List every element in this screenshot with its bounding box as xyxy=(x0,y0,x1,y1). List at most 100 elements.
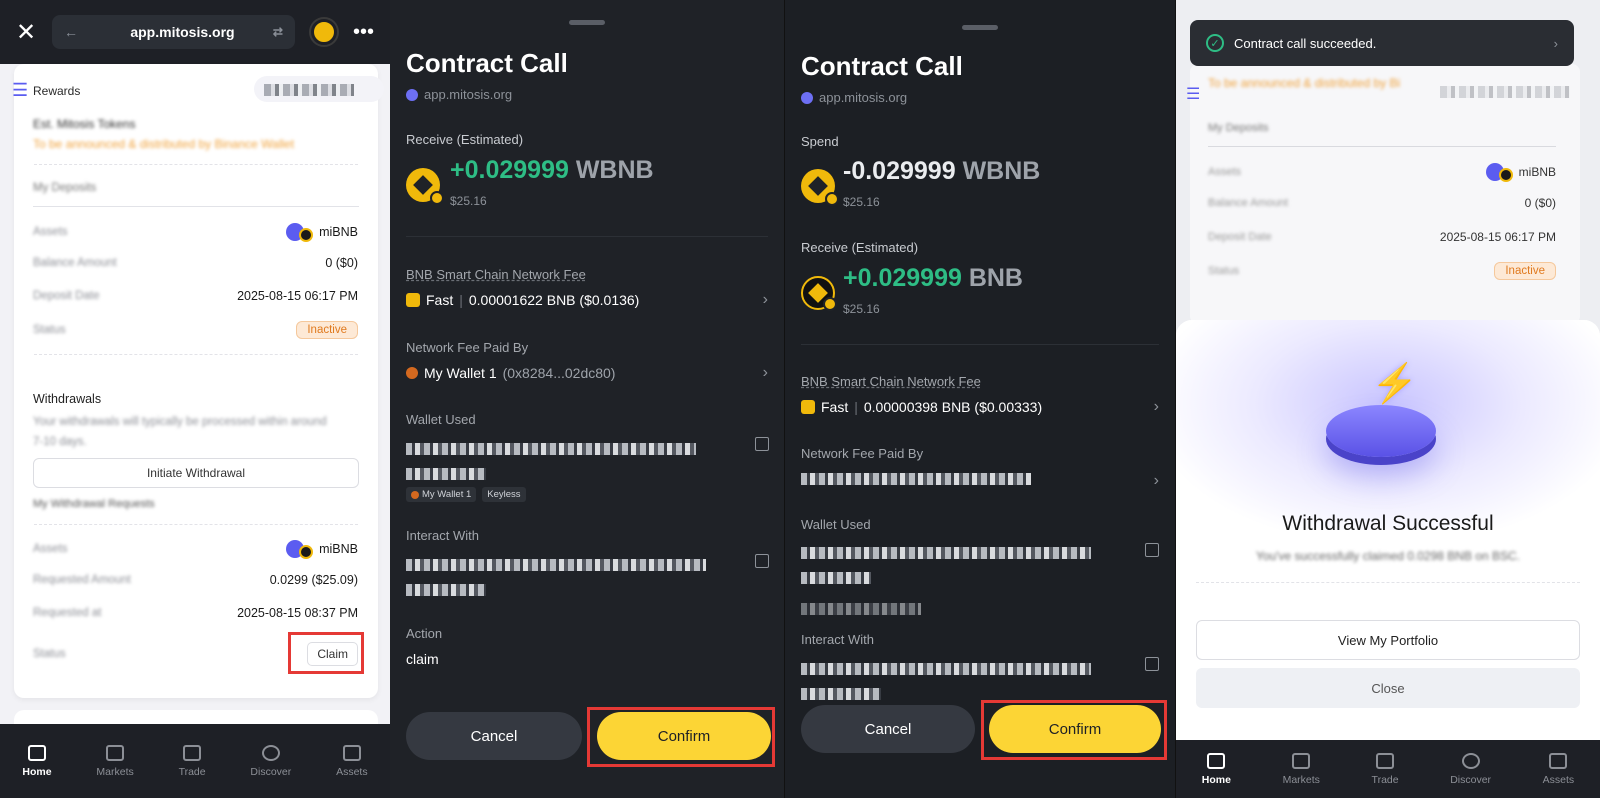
wallet-used-label: Wallet Used xyxy=(406,412,476,427)
row-label: Balance Amount xyxy=(1208,197,1289,209)
close-button[interactable]: Close xyxy=(1196,668,1580,708)
wallet-used-label: Wallet Used xyxy=(801,517,871,532)
coin-platform-illustration xyxy=(1326,405,1436,457)
site-origin: app.mitosis.org xyxy=(801,90,907,105)
back-arrow-icon[interactable]: ← xyxy=(64,24,78,40)
nav-discover[interactable]: Discover xyxy=(250,744,292,778)
address-bar[interactable]: ← app.mitosis.org ⇄ xyxy=(52,15,295,49)
row-label: Deposit Date xyxy=(1208,231,1272,243)
nav-label: Discover xyxy=(250,765,292,778)
nav-home[interactable]: Home xyxy=(22,744,52,778)
nav-trade[interactable]: Trade xyxy=(179,744,206,778)
nav-label: Assets xyxy=(336,765,368,778)
copy-icon[interactable] xyxy=(1145,657,1159,671)
nav-home[interactable]: Home xyxy=(1201,752,1231,786)
deposit-row-status: Status Inactive xyxy=(1208,262,1556,280)
nav-label: Trade xyxy=(1371,773,1399,786)
divider xyxy=(1208,146,1556,147)
highlight-box xyxy=(981,700,1167,760)
close-icon[interactable]: ✕ xyxy=(16,18,36,47)
network-fee-row[interactable]: Fast | 0.00000398 BNB ($0.00333) › xyxy=(801,398,1159,416)
requests-title: My Withdrawal Requests xyxy=(33,498,155,510)
nav-markets[interactable]: Markets xyxy=(1283,752,1320,786)
copy-icon[interactable] xyxy=(1145,543,1159,557)
row-label: Status xyxy=(33,324,66,336)
bottom-nav: Home Markets Trade Discover Assets xyxy=(0,724,390,798)
fee-speed-icon xyxy=(801,400,815,414)
chevron-right-icon: › xyxy=(1553,35,1558,51)
tag-label: My Wallet 1 xyxy=(422,489,472,500)
action-value: claim xyxy=(406,651,439,667)
check-circle-icon: ✓ xyxy=(1206,34,1224,52)
row-label: Deposit Date xyxy=(33,290,100,302)
menu-icon[interactable]: ☰ xyxy=(12,80,28,101)
redacted-chip xyxy=(1440,86,1570,98)
divider xyxy=(34,354,358,355)
spend-usd: $25.16 xyxy=(843,195,880,209)
row-value: 0 ($0) xyxy=(1524,196,1556,210)
interact-address xyxy=(406,558,706,601)
menu-icon[interactable]: ☰ xyxy=(1186,84,1200,104)
copy-icon[interactable] xyxy=(755,554,769,568)
nav-markets[interactable]: Markets xyxy=(96,744,134,778)
fee-speed: Fast xyxy=(426,292,454,308)
more-menu-icon[interactable]: ••• xyxy=(353,21,374,44)
divider xyxy=(33,206,359,207)
mibnb-token-icon xyxy=(286,222,314,242)
row-value: 0 ($0) xyxy=(325,256,358,270)
nav-discover[interactable]: Discover xyxy=(1450,752,1492,786)
receive-usd: $25.16 xyxy=(843,302,880,316)
paid-by-row[interactable]: My Wallet 1 (0x8284...02dc80) › xyxy=(406,364,768,382)
nav-label: Home xyxy=(1201,773,1231,786)
drag-handle[interactable] xyxy=(962,25,998,30)
asset-name: miBNB xyxy=(1518,165,1556,179)
browser-top-bar: ✕ ← app.mitosis.org ⇄ ••• xyxy=(0,0,390,64)
cancel-button[interactable]: Cancel xyxy=(801,705,975,753)
paid-by-row[interactable]: › xyxy=(801,472,1159,490)
deposit-row-assets: Assets miBNB xyxy=(1208,162,1556,182)
withdrawals-title: Withdrawals xyxy=(33,392,102,406)
est-tokens-label: Est. Mitosis Tokens xyxy=(33,117,136,131)
request-row-time: Requested at 2025-08-15 08:37 PM xyxy=(33,606,358,620)
divider xyxy=(34,164,358,165)
paid-by-value-redacted xyxy=(801,472,1031,490)
receive-usd: $25.16 xyxy=(450,194,487,208)
asset-name: miBNB xyxy=(319,225,358,239)
page-title: Contract Call xyxy=(801,51,963,81)
copy-icon[interactable] xyxy=(755,437,769,451)
nav-trade[interactable]: Trade xyxy=(1371,752,1399,786)
request-row-amount: Requested Amount 0.0299 ($25.09) xyxy=(33,573,358,587)
wallet-icon xyxy=(406,367,418,379)
success-toast[interactable]: ✓ Contract call succeeded. › xyxy=(1190,20,1574,66)
asset-value: miBNB xyxy=(1485,162,1556,182)
drag-handle[interactable] xyxy=(569,20,605,25)
success-title: Withdrawal Successful xyxy=(1282,512,1494,535)
nav-assets[interactable]: Assets xyxy=(336,744,368,778)
nav-label: Home xyxy=(22,765,52,778)
account-chip[interactable] xyxy=(254,76,384,102)
wallet-tags: My Wallet 1 Keyless xyxy=(406,487,526,502)
chevron-right-icon: › xyxy=(762,291,768,308)
wbnb-token-icon xyxy=(406,168,444,205)
withdrawal-success-panel: ✓ Contract call succeeded. › ☰ To be ann… xyxy=(1176,0,1600,798)
cancel-button[interactable]: Cancel xyxy=(406,712,582,760)
initiate-withdrawal-button[interactable]: Initiate Withdrawal xyxy=(33,458,359,488)
asset-value: miBNB xyxy=(286,222,358,242)
translate-icon[interactable]: ⇄ xyxy=(273,25,283,39)
nav-label: Discover xyxy=(1450,773,1492,786)
nav-assets[interactable]: Assets xyxy=(1543,752,1574,786)
row-label: Assets xyxy=(33,226,68,238)
home-icon xyxy=(1207,752,1226,769)
wallet-avatar[interactable] xyxy=(310,19,337,45)
rewards-header: Rewards xyxy=(33,84,81,98)
network-fee-row[interactable]: Fast | 0.00001622 BNB ($0.0136) › xyxy=(406,291,768,309)
spend-amount: -0.029999 xyxy=(843,157,956,185)
row-label: Status xyxy=(33,648,66,660)
row-label: Status xyxy=(1208,265,1240,277)
paid-by-label: Network Fee Paid By xyxy=(801,446,924,461)
chevron-right-icon: › xyxy=(1153,398,1159,415)
keyless-tag: Keyless xyxy=(482,487,526,502)
interact-label: Interact With xyxy=(801,632,874,647)
success-sheet: ⚡ Withdrawal Successful You've successfu… xyxy=(1176,320,1600,740)
view-portfolio-button[interactable]: View My Portfolio xyxy=(1196,620,1580,660)
